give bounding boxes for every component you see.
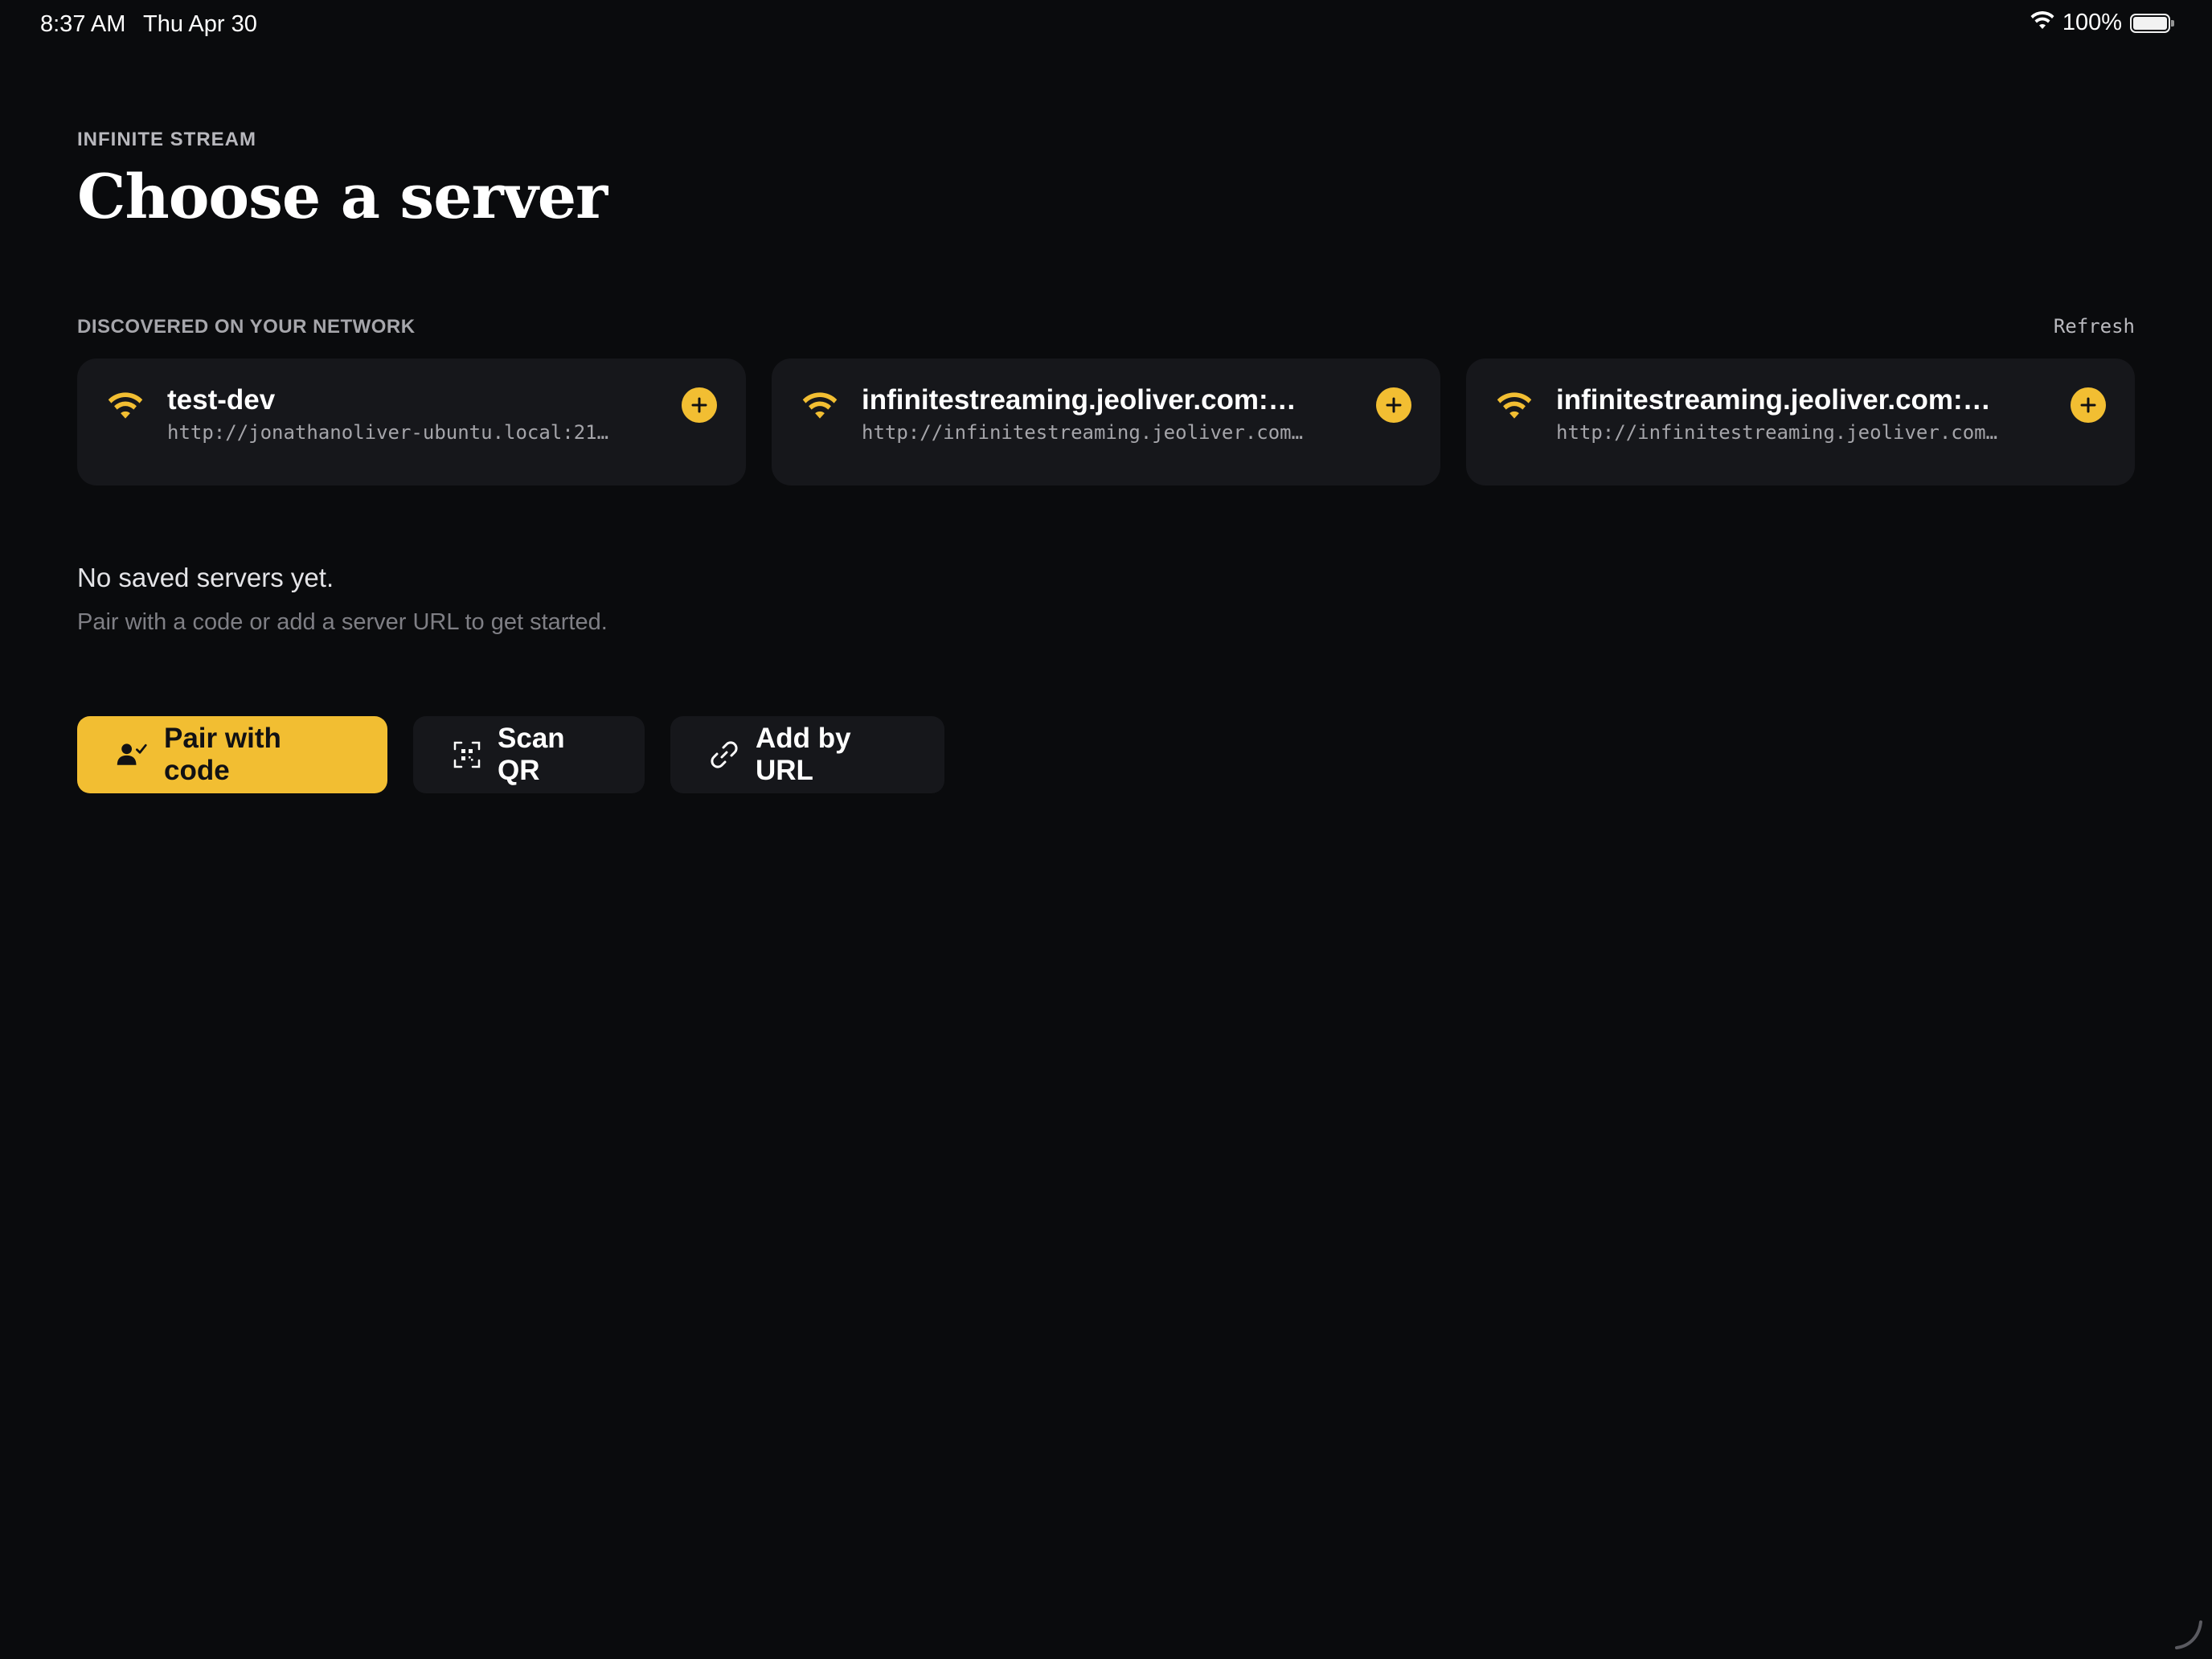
status-date: Thu Apr 30 — [143, 11, 257, 37]
status-indicators: 100% — [2030, 10, 2174, 36]
refresh-button[interactable]: Refresh — [2054, 315, 2135, 338]
battery-icon — [2130, 13, 2174, 33]
discovered-server-card[interactable]: infinitestreaming.jeoliver.com:30... htt… — [772, 358, 1440, 485]
link-icon — [709, 739, 739, 771]
status-bar: 8:37 AM Thu Apr 30 100% — [0, 0, 2212, 51]
add-server-button[interactable] — [2071, 387, 2106, 423]
scan-qr-button[interactable]: Scan QR — [413, 716, 645, 793]
add-server-button[interactable] — [1376, 387, 1411, 423]
pair-with-code-button[interactable]: Pair with code — [77, 716, 387, 793]
pair-with-code-label: Pair with code — [164, 723, 281, 786]
server-url: http://infinitestreaming.jeoliver.com… — [1556, 421, 1998, 444]
server-name: test-dev — [167, 384, 276, 416]
server-url: http://infinitestreaming.jeoliver.com… — [862, 421, 1304, 444]
discovered-server-card[interactable]: test-dev http://jonathanoliver-ubuntu.lo… — [77, 358, 746, 485]
wifi-icon — [802, 391, 838, 423]
plus-icon — [691, 397, 707, 413]
wifi-icon — [1497, 391, 1532, 423]
qr-scan-icon — [452, 739, 481, 771]
server-url: http://jonathanoliver-ubuntu.local:21… — [167, 421, 609, 444]
plus-icon — [2080, 397, 2096, 413]
battery-fill — [2133, 16, 2167, 30]
add-by-url-label: Add by URL — [756, 723, 851, 786]
battery-tip — [2171, 19, 2174, 27]
add-server-button[interactable] — [682, 387, 717, 423]
plus-icon — [1386, 397, 1402, 413]
status-time: 8:37 AM — [40, 11, 126, 37]
server-name: infinitestreaming.jeoliver.com:30... — [862, 384, 1312, 416]
wifi-icon — [108, 391, 143, 423]
server-name: infinitestreaming.jeoliver.com:40... — [1556, 384, 2006, 416]
page-title: Choose a server — [77, 161, 608, 232]
add-by-url-button[interactable]: Add by URL — [670, 716, 944, 793]
action-buttons: Pair with code Scan QR Add by URL — [77, 716, 944, 793]
discovered-server-list: test-dev http://jonathanoliver-ubuntu.lo… — [77, 358, 2135, 485]
app-name-eyebrow: INFINITE STREAM — [77, 129, 256, 150]
wifi-icon — [2030, 10, 2054, 35]
battery-percentage: 100% — [2062, 10, 2122, 35]
empty-state-subtitle: Pair with a code or add a server URL to … — [77, 609, 608, 635]
discovered-section-label: DISCOVERED ON YOUR NETWORK — [77, 316, 416, 338]
corner-swipe-indicator[interactable] — [2172, 1619, 2204, 1651]
discovered-server-card[interactable]: infinitestreaming.jeoliver.com:40... htt… — [1466, 358, 2135, 485]
scan-qr-label: Scan QR — [498, 723, 565, 786]
empty-state-title: No saved servers yet. — [77, 563, 334, 592]
person-check-icon — [116, 739, 148, 771]
